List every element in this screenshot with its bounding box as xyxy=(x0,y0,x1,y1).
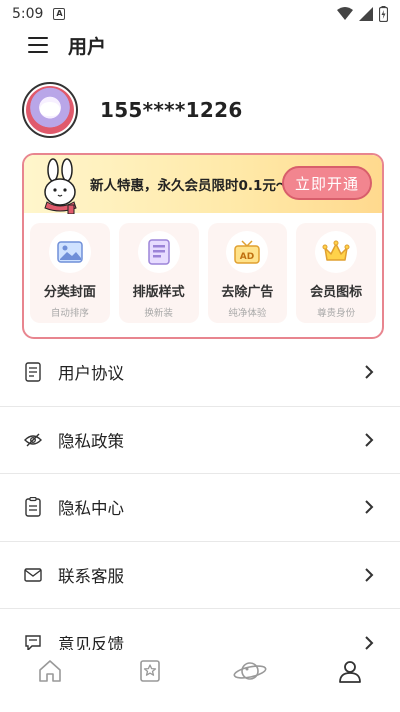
signal-icon xyxy=(359,7,373,21)
menu-item-label: 用户协议 xyxy=(58,364,124,384)
nav-home[interactable] xyxy=(30,653,70,689)
menu-item-label: 隐私中心 xyxy=(58,499,124,519)
status-bar: 5:09 A xyxy=(0,0,400,28)
nav-profile[interactable] xyxy=(330,653,370,689)
vip-promo-text: 新人特惠，永久会员限时0.1元～ xyxy=(90,178,290,194)
avatar[interactable] xyxy=(22,82,78,138)
app-header: 用户 xyxy=(0,28,400,62)
menu-item-label: 联系客服 xyxy=(58,566,124,586)
feature-label: 去除广告 xyxy=(221,285,274,300)
chevron-right-icon xyxy=(365,568,374,582)
vip-banner[interactable]: 新人特惠，永久会员限时0.1元～ 立即开通 xyxy=(24,155,382,214)
status-icons xyxy=(337,6,388,22)
status-time: 5:09 xyxy=(12,6,44,22)
menu-item-label: 隐私政策 xyxy=(58,431,124,451)
feature-category-cover[interactable]: 分类封面 自动排序 xyxy=(30,223,110,323)
feature-label: 排版样式 xyxy=(132,285,185,300)
eye-off-icon xyxy=(24,430,42,450)
wifi-icon xyxy=(337,7,353,20)
bookshelf-icon xyxy=(140,660,160,682)
chevron-right-icon xyxy=(365,636,374,650)
settings-menu: 用户协议 隐私政策 隐私中心 联系客服 意见反馈 xyxy=(0,339,400,677)
battery-icon xyxy=(379,6,388,22)
hamburger-menu-icon[interactable] xyxy=(28,37,48,53)
bottom-nav xyxy=(0,650,400,692)
chevron-right-icon xyxy=(365,365,374,379)
home-icon xyxy=(39,660,61,682)
feature-sub: 自动排序 xyxy=(50,308,89,319)
feature-sub: 纯净体验 xyxy=(228,308,267,319)
vip-card: 新人特惠，永久会员限时0.1元～ 立即开通 分类封面 自动排序 排版样式 换新装… xyxy=(22,153,384,339)
feature-remove-ads[interactable]: AD 去除广告 纯净体验 xyxy=(207,223,288,323)
nav-bookshelf[interactable] xyxy=(130,653,170,689)
vip-features: 分类封面 自动排序 排版样式 换新装 AD 去除广告 纯净体验 会员图标 尊贵身… xyxy=(24,213,382,323)
feature-label: 会员图标 xyxy=(310,285,363,300)
chevron-right-icon xyxy=(365,433,374,447)
planet-icon xyxy=(233,662,267,680)
bunny-mascot-icon xyxy=(44,158,77,214)
mail-icon xyxy=(24,565,42,585)
checklist-icon xyxy=(24,497,42,517)
feature-layout-style[interactable]: 排版样式 换新装 xyxy=(118,223,199,323)
page-title: 用户 xyxy=(68,35,107,58)
menu-item-privacy-policy[interactable]: 隐私政策 xyxy=(0,407,400,474)
nav-discover[interactable] xyxy=(230,653,270,689)
open-vip-button[interactable]: 立即开通 xyxy=(282,166,372,200)
menu-item-user-agreement[interactable]: 用户协议 xyxy=(0,339,400,407)
chevron-right-icon xyxy=(365,500,374,514)
menu-item-privacy-center[interactable]: 隐私中心 xyxy=(0,474,400,542)
image-icon xyxy=(48,231,91,273)
layout-icon xyxy=(137,231,180,273)
user-phone: 155****1226 xyxy=(100,98,243,122)
svg-text:AD: AD xyxy=(240,252,254,262)
gesture-area xyxy=(0,692,400,712)
ad-icon: AD xyxy=(226,231,269,273)
feature-sub: 换新装 xyxy=(144,308,173,319)
document-icon xyxy=(24,362,42,382)
profile-section[interactable]: 155****1226 xyxy=(22,82,243,138)
notification-icon: A xyxy=(53,8,66,20)
profile-icon xyxy=(339,661,361,683)
crown-icon xyxy=(315,231,358,273)
feature-label: 分类封面 xyxy=(43,285,96,300)
menu-item-contact-support[interactable]: 联系客服 xyxy=(0,542,400,609)
feature-sub: 尊贵身份 xyxy=(317,308,356,319)
feature-vip-icon[interactable]: 会员图标 尊贵身份 xyxy=(296,223,376,323)
